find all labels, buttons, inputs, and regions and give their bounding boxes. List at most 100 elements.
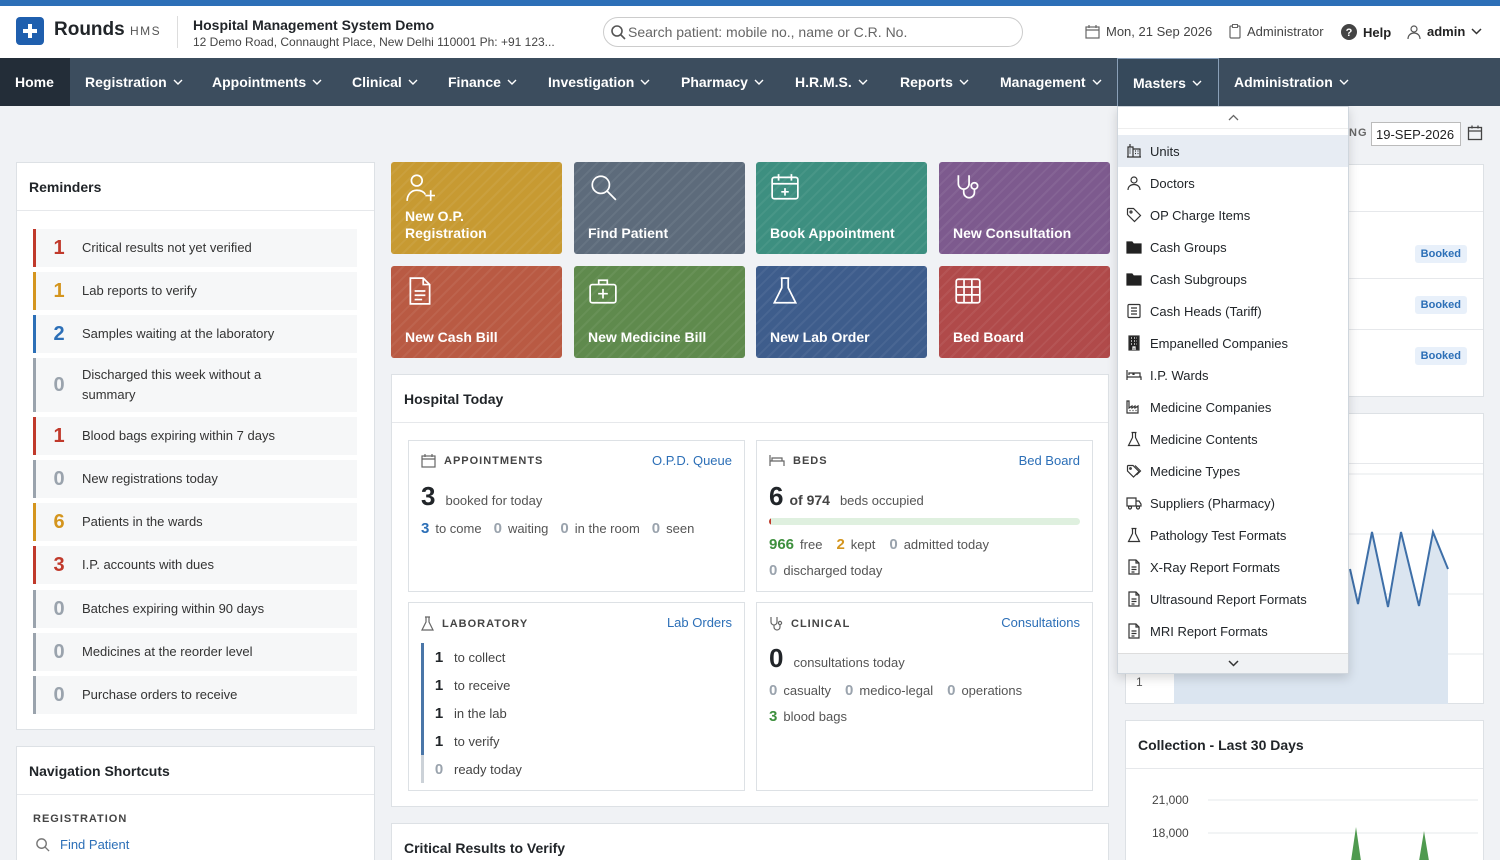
reminder-item[interactable]: 6 Patients in the wards <box>33 503 357 541</box>
reminder-item[interactable]: 1 Blood bags expiring within 7 days <box>33 417 357 455</box>
masters-item-cash-groups[interactable]: Cash Groups <box>1118 231 1348 263</box>
lab-status-row[interactable]: 1 to collect <box>421 643 505 671</box>
masters-item-op-charge-items[interactable]: OP Charge Items <box>1118 199 1348 231</box>
status-badge: Booked <box>1414 245 1467 263</box>
nav-pharmacy[interactable]: Pharmacy <box>666 58 779 106</box>
masters-item-empanelled-companies[interactable]: Empanelled Companies <box>1118 327 1348 359</box>
masters-item-ultrasound-report-formats[interactable]: Ultrasound Report Formats <box>1118 583 1348 615</box>
scroll-down-button[interactable] <box>1118 653 1348 673</box>
chevron-down-icon <box>1192 80 1202 86</box>
tile-registration[interactable]: New O.P. Registration <box>391 162 562 254</box>
reminder-item[interactable]: 0 Discharged this week without a summary <box>33 358 357 412</box>
tile-label: New Lab Order <box>770 329 870 346</box>
nav-home[interactable]: Home <box>0 58 70 106</box>
search-icon <box>588 172 618 202</box>
appointment-stat-count: 0 <box>560 520 569 537</box>
lab-status-row[interactable]: 1 to receive <box>421 671 510 699</box>
lab-status-row[interactable]: 1 in the lab <box>421 699 507 727</box>
masters-item-medicine-contents[interactable]: Medicine Contents <box>1118 423 1348 455</box>
office-icon <box>1118 335 1150 351</box>
flask-icon <box>1118 431 1150 447</box>
tile-new-lab-order[interactable]: New Lab Order <box>756 266 927 358</box>
hospital-address: 12 Demo Road, Connaught Place, New Delhi… <box>193 35 555 49</box>
masters-item-label: Medicine Types <box>1150 463 1241 479</box>
scroll-up-button[interactable] <box>1118 107 1348 129</box>
chevron-down-icon <box>173 79 183 85</box>
reminder-item[interactable]: 0 Medicines at the reorder level <box>33 633 357 671</box>
laboratory-card: LABORATORY Lab Orders 1 to collect 1 to rec… <box>408 602 745 791</box>
masters-item-suppliers-pharmacy[interactable]: Suppliers (Pharmacy) <box>1118 487 1348 519</box>
reminder-item[interactable]: 3 I.P. accounts with dues <box>33 546 357 584</box>
beds-free-count: 966 <box>769 536 795 553</box>
reminder-text: Lab reports to verify <box>82 283 197 298</box>
masters-item-i-p-wards[interactable]: I.P. Wards <box>1118 359 1348 391</box>
tile-new-cash-bill[interactable]: New Cash Bill <box>391 266 562 358</box>
reminder-count: 0 <box>53 683 65 706</box>
tile-label: Find Patient <box>588 225 668 242</box>
masters-item-cash-heads-tariff[interactable]: Cash Heads (Tariff) <box>1118 295 1348 327</box>
search-input[interactable] <box>628 22 1008 42</box>
lab-status-row[interactable]: 0 ready today <box>421 755 522 783</box>
header-role[interactable]: Administrator <box>1229 24 1324 39</box>
consultations-today: 0 consultations today <box>769 643 905 674</box>
nav-masters[interactable]: Masters <box>1117 58 1219 106</box>
masters-item-doctors[interactable]: Doctors <box>1118 167 1348 199</box>
reminder-text: Samples waiting at the laboratory <box>82 326 275 341</box>
nav-finance[interactable]: Finance <box>433 58 532 106</box>
reminder-item[interactable]: 0 Purchase orders to receive <box>33 676 357 714</box>
reminder-item[interactable]: 2 Samples waiting at the laboratory <box>33 315 357 353</box>
masters-item-label: Doctors <box>1150 175 1195 191</box>
truck-icon <box>1118 495 1150 511</box>
appointment-stat: 3 to come <box>421 520 482 537</box>
laboratory-card-header: LABORATORY <box>421 616 528 631</box>
lab-status-row[interactable]: 1 to verify <box>421 727 500 755</box>
reminder-item[interactable]: 1 Critical results not yet verified <box>33 229 357 267</box>
blood-bags-label: blood bags <box>783 709 847 724</box>
lab-orders-link[interactable]: Lab Orders <box>667 615 732 630</box>
masters-item-pathology-test-formats[interactable]: Pathology Test Formats <box>1118 519 1348 551</box>
bed-board-link[interactable]: Bed Board <box>1019 453 1080 468</box>
opd-queue-link[interactable]: O.P.D. Queue <box>652 453 732 468</box>
nav-clinical[interactable]: Clinical <box>337 58 433 106</box>
tile-new-medicine-bill[interactable]: New Medicine Bill <box>574 266 745 358</box>
shortcut-find-patient[interactable]: Find Patient <box>35 837 129 852</box>
masters-item-medicine-companies[interactable]: Medicine Companies <box>1118 391 1348 423</box>
nav-investigation[interactable]: Investigation <box>533 58 665 106</box>
reminder-item[interactable]: 1 Lab reports to verify <box>33 272 357 310</box>
appointment-stat: 0 waiting <box>494 520 549 537</box>
help-button[interactable]: ? Help <box>1341 24 1391 40</box>
nav-hrms[interactable]: H.R.M.S. <box>780 58 883 106</box>
masters-item-mri-report-formats[interactable]: MRI Report Formats <box>1118 615 1348 647</box>
chevron-down-icon <box>408 79 418 85</box>
reminder-count: 2 <box>53 322 65 345</box>
nav-management[interactable]: Management <box>985 58 1117 106</box>
reminder-item[interactable]: 0 New registrations today <box>33 460 357 498</box>
app-name[interactable]: Rounds <box>54 19 125 41</box>
appointments-booked-label: booked for today <box>445 493 543 508</box>
nav-label: Investigation <box>548 74 635 90</box>
user-menu[interactable]: admin <box>1407 24 1482 39</box>
lab-status-count: 1 <box>434 676 444 694</box>
date-filter-input[interactable]: 19-SEP-2026 <box>1371 122 1461 146</box>
nav-reports[interactable]: Reports <box>885 58 984 106</box>
nav-administration[interactable]: Administration <box>1219 58 1364 106</box>
masters-item-x-ray-report-formats[interactable]: X-Ray Report Formats <box>1118 551 1348 583</box>
masters-item-units[interactable]: Units <box>1118 135 1348 167</box>
tile-new-consultation[interactable]: New Consultation <box>939 162 1110 254</box>
bed-icon <box>769 454 785 467</box>
patient-search[interactable] <box>603 17 1023 47</box>
role-label: Administrator <box>1247 24 1324 39</box>
consultations-link[interactable]: Consultations <box>1001 615 1080 630</box>
reminder-item[interactable]: 0 Batches expiring within 90 days <box>33 590 357 628</box>
tile-book-appointment[interactable]: Book Appointment <box>756 162 927 254</box>
tile-bed-board[interactable]: Bed Board <box>939 266 1110 358</box>
logo-icon[interactable] <box>16 17 44 45</box>
gridlines <box>1208 799 1478 834</box>
masters-item-cash-subgroups[interactable]: Cash Subgroups <box>1118 263 1348 295</box>
nav-registration[interactable]: Registration <box>70 58 198 106</box>
beds-occupied: 6 of 974 beds occupied <box>769 481 924 512</box>
masters-item-medicine-types[interactable]: Medicine Types <box>1118 455 1348 487</box>
nav-appointments[interactable]: Appointments <box>197 58 337 106</box>
calendar-icon[interactable] <box>1467 125 1483 141</box>
tile-find-patient[interactable]: Find Patient <box>574 162 745 254</box>
